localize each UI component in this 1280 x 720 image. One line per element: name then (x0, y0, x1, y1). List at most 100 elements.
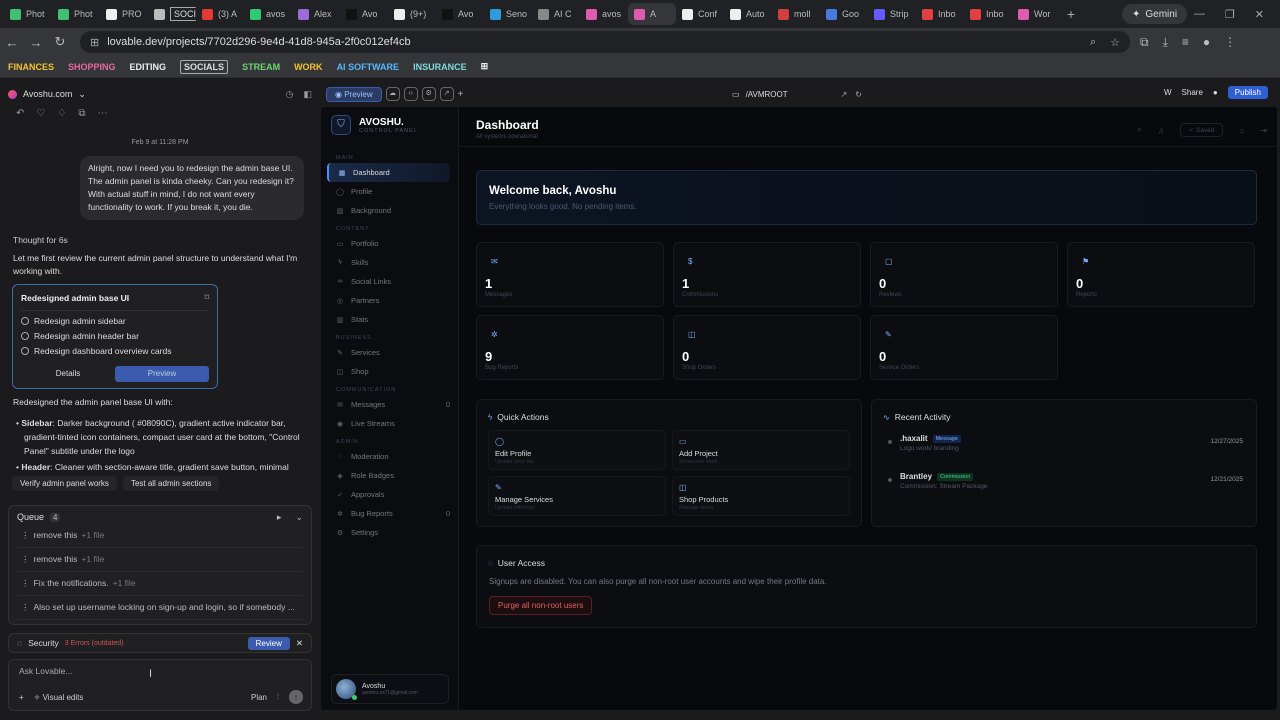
sidebar-toggle-icon[interactable]: ◧ (303, 89, 312, 100)
sidebar-item-profile[interactable]: ◯ Profile (327, 182, 450, 201)
visual-edits-button[interactable]: ✧ Visual edits (34, 693, 84, 702)
sidebar-item-live-streams[interactable]: ◉ Live Streams (327, 414, 450, 433)
chevron-down-icon[interactable]: ⌄ (78, 89, 86, 100)
url-field[interactable]: ⊞ lovable.dev/projects/7702d296-9e4d-41d… (80, 31, 1130, 53)
add-icon[interactable]: + (19, 693, 24, 702)
bell-icon[interactable]: ♫ (1158, 126, 1164, 135)
zoom-icon[interactable]: ⌕ (1090, 36, 1096, 49)
github-icon[interactable]: ● (1213, 88, 1218, 97)
browser-tab[interactable]: PRO (100, 3, 148, 25)
purge-users-button[interactable]: Purge all non-root users (489, 596, 593, 615)
browser-tab[interactable]: Avo (340, 3, 388, 25)
close-icon[interactable]: ✕ (1255, 8, 1264, 21)
thumbs-up-icon[interactable]: ♡ (36, 108, 45, 119)
profile-icon[interactable]: ● (1203, 35, 1210, 50)
sidebar-item-partners[interactable]: ◎ Partners (327, 291, 450, 310)
minimize-icon[interactable]: — (1194, 8, 1205, 21)
browser-tab[interactable]: AI C (532, 3, 580, 25)
preview-button[interactable]: Preview (115, 366, 209, 382)
quick-action-shop-products[interactable]: ◫ Shop Products Manage items (672, 476, 850, 516)
details-button[interactable]: Details (21, 366, 115, 382)
copy-icon[interactable]: ⧉ (78, 108, 85, 119)
sidebar-item-services[interactable]: ✎ Services (327, 343, 450, 362)
sidebar-item-approvals[interactable]: ✓ Approvals (327, 485, 450, 504)
browser-tab[interactable]: Goo (820, 3, 868, 25)
browser-tab[interactable]: Wor (1012, 3, 1060, 25)
quick-action-add-project[interactable]: ▭ Add Project Showcase work (672, 430, 850, 470)
site-info-icon[interactable]: ⊞ (90, 36, 99, 49)
browser-tab[interactable]: avos (244, 3, 292, 25)
sidebar-item-bug-reports[interactable]: ✲ Bug Reports 0 (327, 504, 450, 523)
preview-tab[interactable]: ◉ Preview (326, 86, 382, 102)
maximize-icon[interactable]: ❐ (1225, 8, 1235, 21)
refresh-icon[interactable]: ↻ (855, 90, 862, 99)
drag-handle-icon[interactable]: ⋮ (21, 554, 30, 565)
sidebar-item-moderation[interactable]: ◌ Moderation (327, 447, 450, 466)
browser-tab[interactable]: avos (580, 3, 628, 25)
media-icon[interactable]: ≡ (1182, 35, 1189, 50)
bookmark-folder[interactable]: SOCIALS (180, 59, 229, 74)
browser-tab[interactable]: Alex (292, 3, 340, 25)
stat-card[interactable]: ◫ 0 Shop Orders (673, 315, 861, 380)
project-name[interactable]: Avoshu.com (23, 89, 72, 99)
cloud-icon[interactable]: ☁ (385, 87, 400, 101)
sidebar-item-stats[interactable]: ▥ Stats (327, 310, 450, 329)
sidebar-item-portfolio[interactable]: ▭ Portfolio (327, 234, 450, 253)
browser-tab[interactable]: Inbo (964, 3, 1012, 25)
chat-input[interactable]: Ask Lovable... (19, 666, 301, 676)
apps-grid-icon[interactable]: ⊞ (481, 61, 489, 72)
thought-duration[interactable]: Thought for 6s (13, 235, 307, 245)
bookmark-folder[interactable]: WORK (294, 62, 323, 72)
logout-icon[interactable]: ⇥ (1260, 126, 1267, 135)
browser-tab[interactable]: Auto (724, 3, 772, 25)
queue-item[interactable]: ⋮ Also set up username locking on sign-up… (17, 596, 303, 620)
stat-card[interactable]: ⚑ 0 Reports (1067, 242, 1255, 307)
share-button[interactable]: Share (1182, 88, 1203, 97)
stat-card[interactable]: $1 Commissions (673, 242, 861, 307)
sidebar-item-shop[interactable]: ◫ Shop (327, 362, 450, 381)
stat-card[interactable]: ✎ 0 Service Orders (870, 315, 1058, 380)
sidebar-item-messages[interactable]: ✉ Messages 0 (327, 395, 450, 414)
chat-input-box[interactable]: Ask Lovable... + ✧ Visual edits Plan ⫶ ↑ (8, 659, 312, 711)
browser-tab[interactable]: Strip (868, 3, 916, 25)
drag-handle-icon[interactable]: ⋮ (21, 602, 30, 613)
forward-icon[interactable]: → (24, 35, 48, 50)
send-icon[interactable]: ↑ (289, 690, 303, 704)
browser-tab[interactable]: (3) A (196, 3, 244, 25)
sidebar-item-skills[interactable]: ϟ Skills (327, 253, 450, 272)
browser-tab[interactable]: Phot (52, 3, 100, 25)
user-card[interactable]: Avoshu avoshu.xs71@gmail.com (331, 674, 449, 704)
quick-action-edit-profile[interactable]: ◯ Edit Profile Update your bio (488, 430, 666, 470)
browser-tab[interactable]: Conf (676, 3, 724, 25)
stat-card[interactable]: ✲ 9 Bug Reports (476, 315, 664, 380)
search-icon[interactable]: ⌕ (1137, 125, 1141, 135)
activity-item[interactable]: .haxalit Message Logo work/ branding 12/27/… (888, 434, 1243, 458)
stat-card[interactable]: ✉ 1 Messages (476, 242, 664, 307)
browser-tab[interactable]: SOCIALS (148, 3, 196, 25)
play-icon[interactable]: ▸ (277, 512, 282, 523)
browser-tab[interactable]: Avo (436, 3, 484, 25)
bookmark-icon[interactable]: ⌑ (205, 292, 209, 303)
code-icon[interactable]: ‹› (403, 87, 418, 101)
reload-icon[interactable]: ↻ (48, 34, 72, 50)
bookmark-folder[interactable]: AI SOFTWARE (337, 62, 400, 72)
drag-handle-icon[interactable]: ⋮ (21, 578, 30, 589)
collapse-icon[interactable]: ⌄ (295, 512, 303, 523)
sidebar-item-role-badges[interactable]: ◈ Role Badges (327, 466, 450, 485)
plan-button[interactable]: Plan (251, 693, 267, 702)
queue-item[interactable]: ⋮ remove this +1 file (17, 524, 303, 548)
stat-card[interactable]: ▢ 0 Reviews (870, 242, 1058, 307)
route-field[interactable]: ▭ /AVMROOT ↗ ↻ (732, 86, 862, 102)
queue-item[interactable]: ⋮ Fix the notifications. +1 file (17, 572, 303, 596)
suggestion-chip[interactable]: Test all admin sections (122, 476, 220, 491)
extensions-icon[interactable]: ⧉ (1140, 35, 1149, 50)
browser-tab[interactable]: moll (772, 3, 820, 25)
home-icon[interactable]: ⌂ (1239, 126, 1244, 135)
more-icon[interactable]: ⋯ (97, 108, 107, 119)
review-button[interactable]: Review (247, 636, 290, 650)
sidebar-item-settings[interactable]: ⚙ Settings (327, 523, 450, 542)
bookmark-folder[interactable]: STREAM (242, 62, 280, 72)
open-external-icon[interactable]: ↗ (841, 90, 848, 99)
queue-item[interactable]: ⋮ remove this +1 file (17, 548, 303, 572)
activity-item[interactable]: Brantley Commission Commission: Stream Pac… (888, 472, 1243, 496)
